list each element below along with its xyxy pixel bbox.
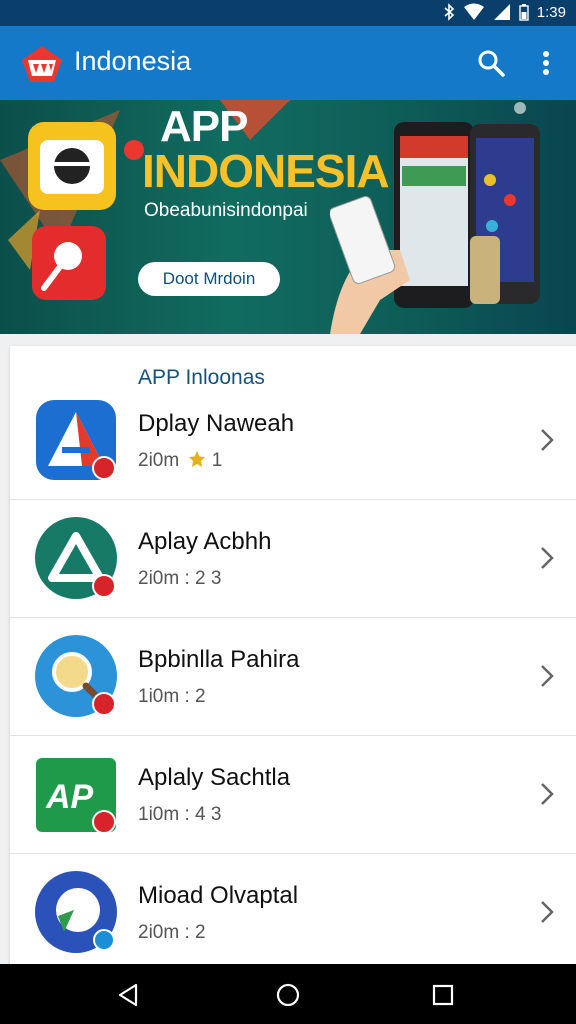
list-item[interactable]: Mioad Olvaptal 2i0m : 2 <box>10 854 576 972</box>
ap-letters-icon: AP <box>36 758 116 834</box>
chevron-right-icon <box>541 547 554 569</box>
delta-a-icon <box>35 517 117 599</box>
app-title: Indonesia <box>74 46 192 76</box>
app-meta: 1i0m : 2 <box>138 686 206 707</box>
back-icon[interactable] <box>116 982 142 1008</box>
chevron-right-icon <box>541 665 554 687</box>
app-name: Aplay Acbhh <box>138 528 272 555</box>
magnifier-icon <box>35 635 117 717</box>
app-name: Bpbinlla Pahira <box>138 646 300 673</box>
banner-subtitle: Obeabunisindonpai <box>144 200 308 221</box>
map-pin-icon <box>35 871 117 953</box>
chevron-right-icon <box>541 901 554 923</box>
app-meta: 2i0m : 2 3 <box>138 568 222 589</box>
app-name: Dplay Naweah <box>138 410 295 437</box>
battery-icon <box>519 4 529 21</box>
banner-cta-button[interactable]: Doot Mrdoin <box>138 262 280 296</box>
home-icon[interactable] <box>275 982 301 1008</box>
pin-app-icon <box>32 226 106 300</box>
promo-banner[interactable]: APP INDONESIA Obeabunisindonpai Doot Mrd… <box>0 100 576 334</box>
chevron-right-icon <box>541 429 554 451</box>
app-name: Aplaly Sachtla <box>138 764 291 791</box>
app-meta: 2i0m 1 <box>138 450 223 471</box>
status-bar: 1:39 <box>0 0 576 26</box>
list-item[interactable]: Bpbinlla Pahira 1i0m : 2 <box>10 618 576 736</box>
signal-icon <box>493 4 510 20</box>
phones-illustration <box>330 122 540 334</box>
more-options-icon[interactable] <box>536 48 556 78</box>
triangle-a-icon <box>36 400 116 480</box>
wifi-icon <box>463 3 484 20</box>
bluetooth-icon <box>444 3 454 21</box>
app-bar: Indonesia <box>0 26 576 100</box>
app-list-card: APP Inloonas Dplay Naweah 2i0m 1 Aplay A… <box>10 346 576 966</box>
list-item[interactable]: Dplay Naweah 2i0m 1 <box>10 382 576 500</box>
list-item[interactable]: Aplay Acbhh 2i0m : 2 3 <box>10 500 576 618</box>
app-meta: 1i0m : 4 3 <box>138 804 222 825</box>
app-name: Mioad Olvaptal <box>138 882 299 909</box>
camera-app-icon <box>28 122 116 210</box>
system-nav-bar <box>0 964 576 1024</box>
app-logo-icon <box>22 46 62 82</box>
status-time: 1:39 <box>536 3 566 21</box>
recents-icon[interactable] <box>430 982 456 1008</box>
list-item[interactable]: AP Aplaly Sachtla 1i0m : 4 3 <box>10 736 576 854</box>
chevron-right-icon <box>541 783 554 805</box>
search-icon[interactable] <box>476 48 506 78</box>
app-meta: 2i0m : 2 <box>138 922 206 943</box>
star-icon <box>189 451 206 467</box>
svg-text:AP: AP <box>45 778 94 816</box>
